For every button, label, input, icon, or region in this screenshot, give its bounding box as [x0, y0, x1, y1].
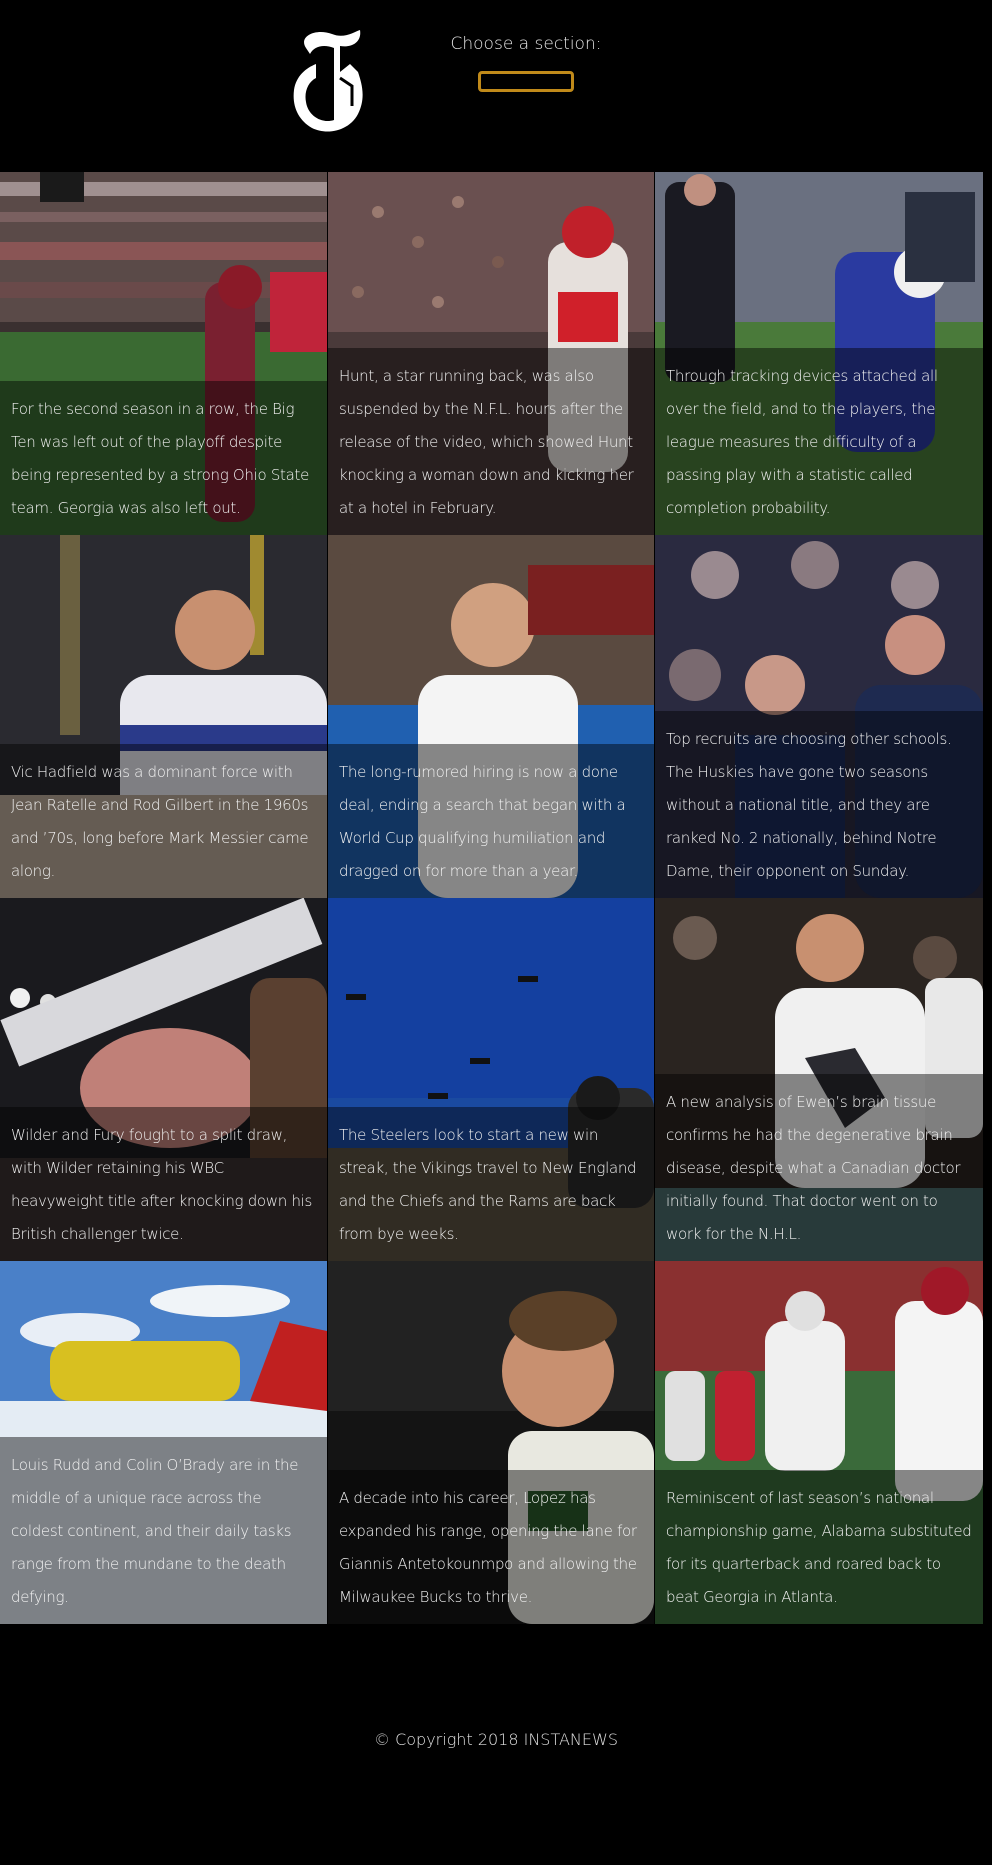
- article-tile[interactable]: The long-rumored hiring is now a done de…: [328, 535, 654, 898]
- article-caption: Top recruits are choosing other schools.…: [655, 711, 983, 898]
- article-caption: The long-rumored hiring is now a done de…: [328, 744, 654, 898]
- section-label: Choose a section:: [450, 34, 602, 54]
- article-tile[interactable]: The Steelers look to start a new win str…: [328, 898, 654, 1261]
- article-tile[interactable]: Vic Hadfield was a dominant force with J…: [0, 535, 327, 898]
- article-tile[interactable]: Top recruits are choosing other schools.…: [655, 535, 983, 898]
- article-tile[interactable]: Hunt, a star running back, was also susp…: [328, 172, 654, 535]
- article-caption: Through tracking devices attached all ov…: [655, 348, 983, 535]
- article-caption: Hunt, a star running back, was also susp…: [328, 348, 654, 535]
- article-tile[interactable]: A decade into his career, Lopez has expa…: [328, 1261, 654, 1624]
- article-caption: A new analysis of Ewen’s brain tissue co…: [655, 1074, 983, 1261]
- article-caption-text: Reminiscent of last season’s national ch…: [666, 1489, 972, 1606]
- article-caption-text: Wilder and Fury fought to a split draw, …: [11, 1126, 313, 1243]
- article-caption-text: Through tracking devices attached all ov…: [666, 367, 938, 517]
- article-tile[interactable]: Reminiscent of last season’s national ch…: [655, 1261, 983, 1624]
- article-tile[interactable]: A new analysis of Ewen’s brain tissue co…: [655, 898, 983, 1261]
- article-caption-text: A decade into his career, Lopez has expa…: [339, 1489, 637, 1606]
- copyright-footer: © Copyright 2018 INSTANEWS: [374, 1730, 618, 1749]
- article-caption: A decade into his career, Lopez has expa…: [328, 1470, 654, 1624]
- article-tile[interactable]: Wilder and Fury fought to a split draw, …: [0, 898, 327, 1261]
- article-caption-text: The Steelers look to start a new win str…: [339, 1126, 637, 1243]
- article-tile[interactable]: Through tracking devices attached all ov…: [655, 172, 983, 535]
- article-caption-text: The long-rumored hiring is now a done de…: [339, 763, 626, 880]
- article-caption: Wilder and Fury fought to a split draw, …: [0, 1107, 327, 1261]
- article-tile[interactable]: For the second season in a row, the Big …: [0, 172, 327, 535]
- article-caption-text: A new analysis of Ewen’s brain tissue co…: [666, 1093, 961, 1243]
- article-caption: Vic Hadfield was a dominant force with J…: [0, 744, 327, 898]
- article-tile[interactable]: Louis Rudd and Colin O’Brady are in the …: [0, 1261, 327, 1624]
- article-caption: The Steelers look to start a new win str…: [328, 1107, 654, 1261]
- article-caption: Louis Rudd and Colin O’Brady are in the …: [0, 1437, 327, 1624]
- article-caption-text: Louis Rudd and Colin O’Brady are in the …: [11, 1456, 299, 1606]
- site-header: Choose a section:: [0, 0, 992, 172]
- nyt-logo-icon[interactable]: [288, 28, 370, 138]
- section-select[interactable]: [478, 71, 574, 92]
- article-caption-text: Vic Hadfield was a dominant force with J…: [11, 763, 309, 880]
- article-grid: For the second season in a row, the Big …: [0, 172, 983, 1624]
- article-caption-text: Top recruits are choosing other schools.…: [666, 730, 952, 880]
- article-caption: For the second season in a row, the Big …: [0, 381, 327, 535]
- article-caption: Reminiscent of last season’s national ch…: [655, 1470, 983, 1624]
- article-caption-text: For the second season in a row, the Big …: [11, 400, 310, 517]
- article-caption-text: Hunt, a star running back, was also susp…: [339, 367, 634, 517]
